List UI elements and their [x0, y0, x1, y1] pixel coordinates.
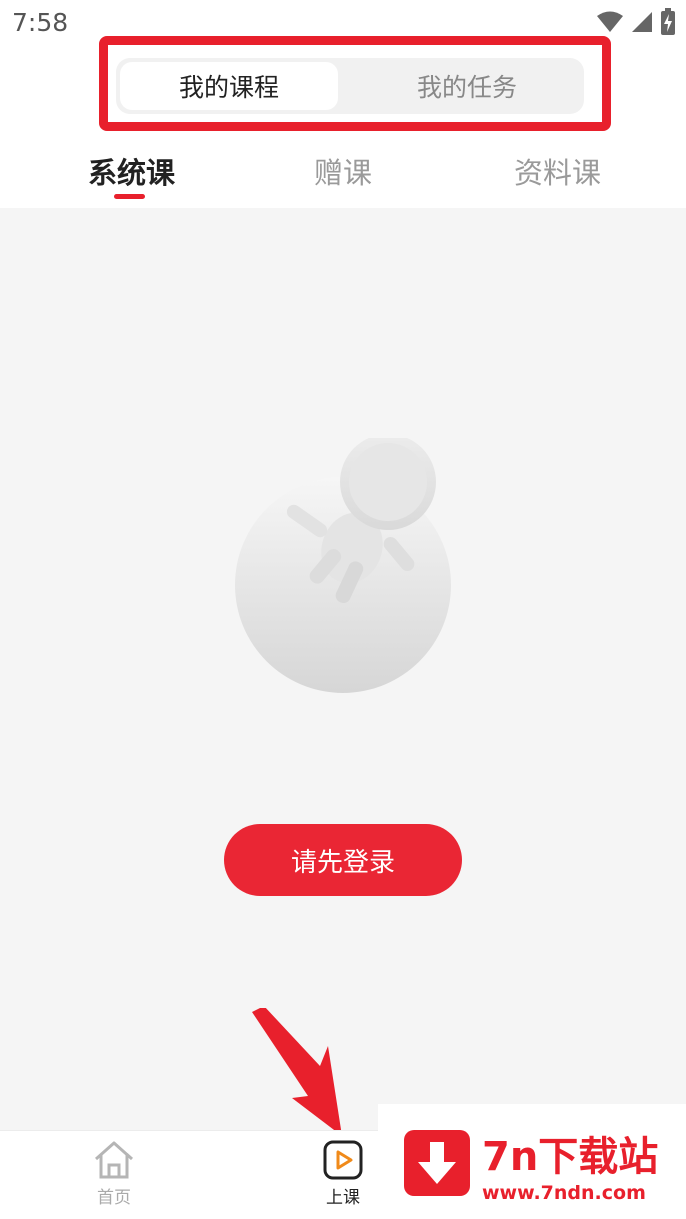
tab-system-course[interactable]: 系统课 — [88, 150, 175, 192]
download-icon — [404, 1130, 470, 1196]
nav-item-class[interactable]: 上课 — [298, 1139, 388, 1208]
home-icon — [95, 1141, 133, 1179]
tab-material-course[interactable]: 资料课 — [514, 150, 601, 192]
segment-my-tasks[interactable]: 我的任务 — [358, 62, 576, 110]
play-class-icon — [323, 1140, 363, 1180]
status-time: 7:58 — [12, 8, 69, 37]
watermark-url: www.7ndn.com — [482, 1182, 646, 1204]
tab-gift-course[interactable]: 赠课 — [314, 150, 372, 192]
astronaut-planet-illustration — [235, 438, 451, 693]
login-button[interactable]: 请先登录 — [224, 824, 462, 896]
tab-active-indicator — [114, 194, 145, 199]
content-area: 请先登录 — [0, 208, 686, 1136]
watermark: 7n下载站 www.7ndn.com — [378, 1104, 686, 1219]
nav-item-home[interactable]: 首页 — [69, 1139, 159, 1208]
segment-my-courses[interactable]: 我的课程 — [120, 62, 338, 110]
course-tabs: 系统课 赠课 资料课 — [0, 136, 686, 208]
signal-icon — [632, 12, 652, 32]
wifi-icon — [597, 11, 623, 32]
battery-charging-icon — [661, 8, 675, 35]
nav-label-home: 首页 — [97, 1188, 131, 1208]
status-icons — [596, 8, 676, 36]
arrow-annotation — [252, 1008, 342, 1136]
nav-label-class: 上课 — [326, 1188, 360, 1208]
watermark-title: 7n下载站 — [482, 1134, 659, 1180]
segment-control: 我的课程 我的任务 — [116, 58, 584, 114]
